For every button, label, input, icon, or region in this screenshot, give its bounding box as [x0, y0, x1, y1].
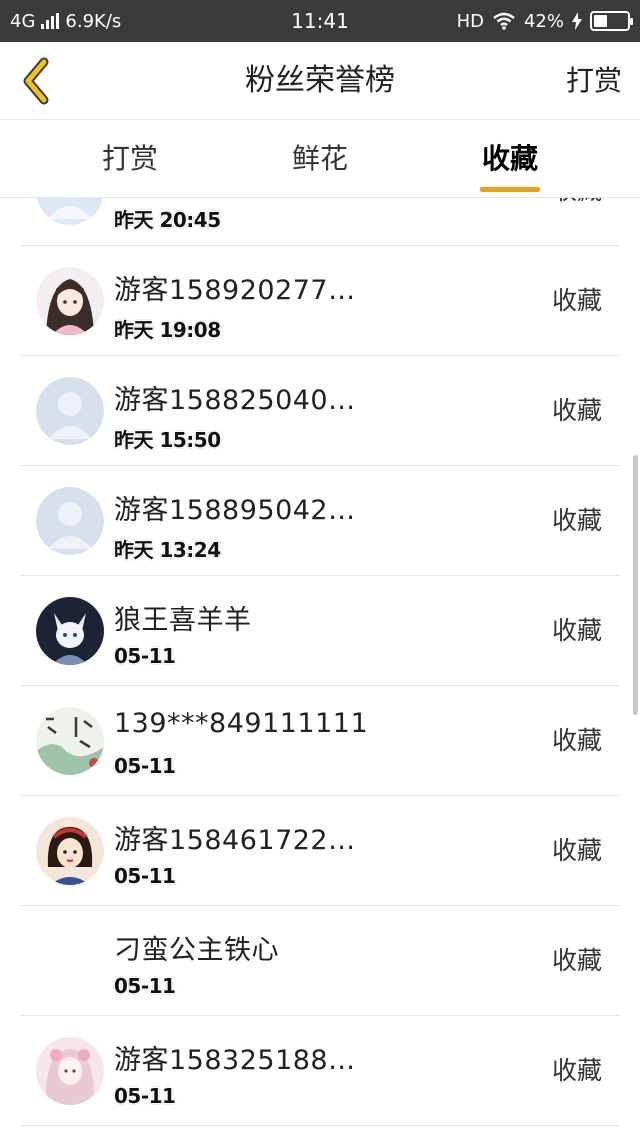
action-label: 收藏: [551, 616, 602, 645]
tab-label: 收藏: [481, 142, 538, 175]
action-label: 收藏: [551, 506, 602, 535]
battery-icon: [590, 11, 633, 31]
tab-flowers[interactable]: 鲜花: [260, 120, 380, 198]
list-item[interactable]: 游客158920277… 昨天 19:08 收藏: [20, 246, 620, 356]
tab-active-indicator: [480, 187, 540, 192]
tab-favorites[interactable]: 收藏: [450, 120, 570, 198]
user-name: 游客158920277…: [114, 275, 356, 306]
status-right: HD 42%: [456, 0, 633, 42]
tab-label: 打赏: [101, 142, 158, 175]
default-avatar: [36, 487, 104, 555]
list-item[interactable]: 139***849111111 05-11 收藏: [20, 686, 620, 796]
user-name: 游客158895042…: [114, 495, 356, 526]
action-label: 收藏: [551, 946, 602, 975]
user-name: 狼王喜羊羊: [114, 605, 252, 636]
action-time: 昨天 13:24: [114, 538, 221, 562]
fan-list[interactable]: 昨天 20:45 收藏 游客158920277… 昨天 19:08 收藏 游客1…: [0, 198, 640, 1138]
action-label: 收藏: [551, 286, 602, 315]
action-time: 昨天 15:50: [114, 428, 221, 452]
default-avatar: [36, 198, 104, 225]
list-item[interactable]: 刁蛮公主铁心 05-11 收藏: [20, 906, 620, 1016]
nav-header: 粉丝荣誉榜 打赏: [0, 42, 640, 120]
tab-label: 鲜花: [291, 142, 348, 175]
action-time: 05-11: [114, 974, 176, 998]
battery-level: [594, 15, 608, 27]
list-item[interactable]: 游客158825040… 昨天 15:50 收藏: [20, 356, 620, 466]
wifi-icon: [493, 12, 515, 30]
anime-girl-avatar: [36, 267, 104, 335]
pink-girl-avatar: [36, 1037, 104, 1105]
user-name: 刁蛮公主铁心: [114, 935, 279, 966]
scrollbar[interactable]: [633, 455, 638, 715]
user-name: 游客158825040…: [114, 385, 356, 416]
reward-button[interactable]: 打赏: [566, 42, 622, 120]
action-time: 05-11: [114, 644, 176, 668]
calligraphy-avatar: [36, 707, 104, 775]
action-label: 收藏: [551, 836, 602, 865]
action-label: 收藏: [551, 396, 602, 425]
user-name: 游客158461722…: [114, 825, 356, 856]
charging-icon: [572, 12, 582, 30]
action-time: 05-11: [114, 754, 176, 778]
hd-badge: HD: [456, 10, 484, 32]
action-label: 收藏: [551, 726, 602, 755]
default-avatar: [36, 377, 104, 445]
list-item[interactable]: 游客158895042… 昨天 13:24 收藏: [20, 466, 620, 576]
list-item[interactable]: 狼王喜羊羊 05-11 收藏: [20, 576, 620, 686]
page-title: 粉丝荣誉榜: [245, 63, 395, 98]
action-time: 05-11: [114, 1084, 176, 1108]
action-time: 05-11: [114, 864, 176, 888]
action-label: 收藏: [551, 1056, 602, 1085]
user-name: 139***849111111: [114, 708, 369, 739]
action-time: 昨天 20:45: [114, 208, 221, 232]
user-name: 游客158325188…: [114, 1045, 356, 1076]
list-item[interactable]: 昨天 20:45 收藏: [20, 198, 620, 246]
tab-reward[interactable]: 打赏: [70, 120, 190, 198]
list-item[interactable]: 游客158461722… 05-11 收藏: [20, 796, 620, 906]
battery-percent: 42%: [523, 10, 564, 32]
tab-bar: 打赏 鲜花 收藏: [0, 120, 640, 198]
wolf-avatar: [36, 597, 104, 665]
fan-list-content: 昨天 20:45 收藏 游客158920277… 昨天 19:08 收藏 游客1…: [0, 198, 640, 1126]
status-bar: 4G 6.9K/s 11:41 HD 42%: [0, 0, 640, 42]
action-time: 昨天 19:08: [114, 318, 221, 342]
list-item[interactable]: 游客158325188… 05-11 收藏: [20, 1016, 620, 1126]
princess-avatar: [36, 817, 104, 885]
action-label: 收藏: [552, 198, 602, 246]
